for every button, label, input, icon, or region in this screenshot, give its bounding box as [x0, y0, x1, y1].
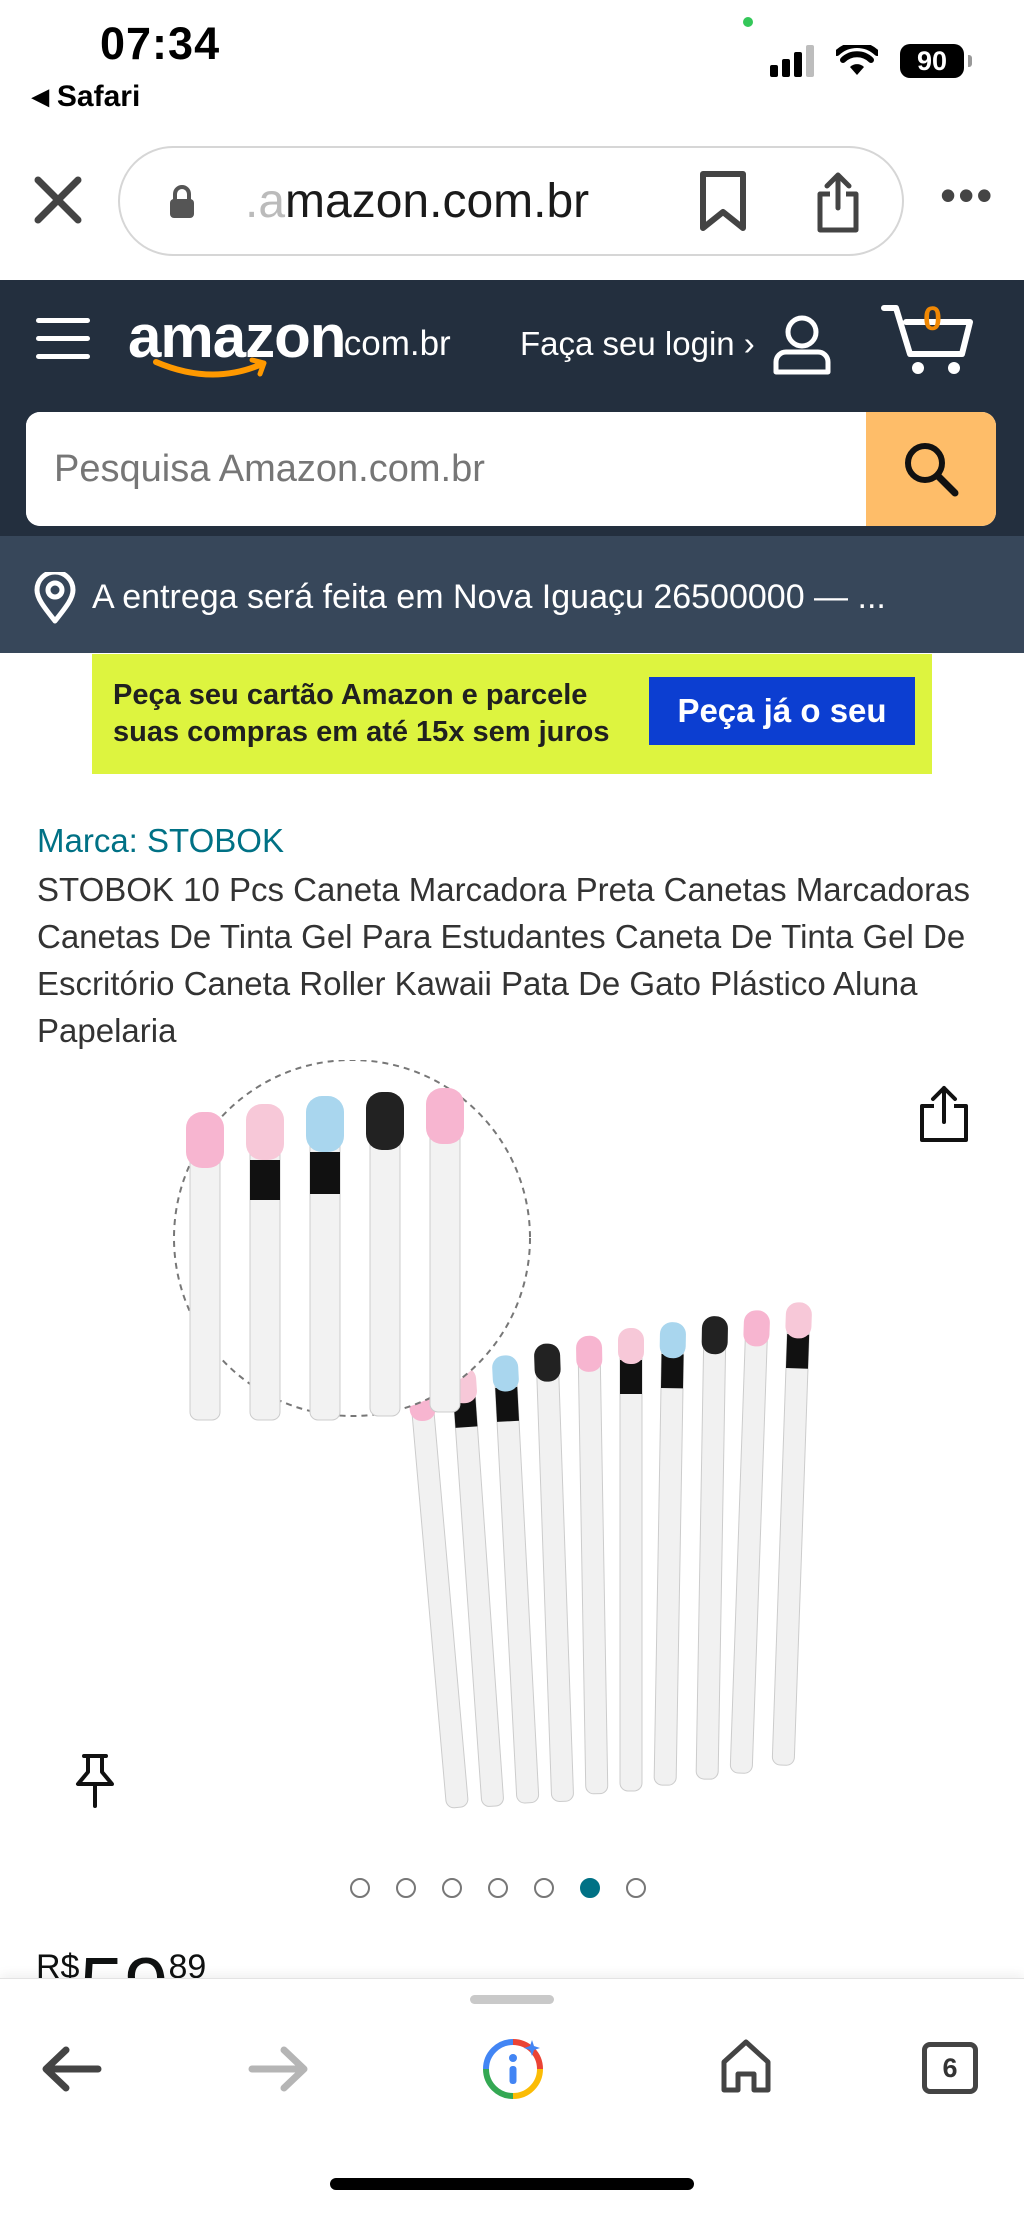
back-to-app[interactable]: ◀ Safari — [32, 80, 140, 114]
close-icon[interactable] — [30, 172, 86, 228]
search-input[interactable] — [26, 412, 868, 526]
carousel-dot[interactable] — [580, 1878, 600, 1898]
battery-icon: 90 — [900, 44, 972, 78]
search-icon — [905, 443, 959, 497]
image-carousel-dots[interactable] — [350, 1878, 646, 1898]
tabs-count-label: 6 — [942, 2052, 958, 2083]
carousel-dot[interactable] — [534, 1878, 554, 1898]
status-time: 07:34 — [100, 18, 221, 69]
cart-count: 0 — [923, 300, 942, 338]
tabs-icon[interactable]: 6 — [922, 2042, 978, 2094]
back-app-label: Safari — [56, 80, 141, 113]
carousel-dot[interactable] — [626, 1878, 646, 1898]
pin-icon[interactable] — [70, 1752, 120, 1810]
url-faded-part: .a — [245, 175, 286, 228]
product-title: STOBOK 10 Pcs Caneta Marcadora Preta Can… — [37, 871, 970, 1049]
carousel-dot[interactable] — [442, 1878, 462, 1898]
url-main-part: mazon.com.br — [285, 175, 590, 228]
home-icon[interactable] — [718, 2036, 774, 2096]
carousel-dot[interactable] — [396, 1878, 416, 1898]
share-icon[interactable] — [916, 1084, 972, 1144]
lock-icon — [170, 185, 194, 218]
back-triangle-icon: ◀ — [32, 84, 49, 109]
amazon-smile-icon — [153, 357, 267, 378]
zoom-circle — [173, 1060, 531, 1421]
brand-link[interactable]: Marca: STOBOK — [37, 822, 284, 860]
amazon-domain: .com.br — [334, 324, 451, 363]
login-link[interactable]: Faça seu login › — [520, 325, 755, 363]
delivery-location-text: A entrega será feita em Nova Iguaçu 2650… — [92, 578, 886, 616]
status-icons: 90 — [770, 44, 972, 78]
product-image[interactable] — [160, 1060, 880, 1840]
search-button[interactable] — [866, 412, 996, 526]
forward-arrow-icon[interactable] — [246, 2044, 310, 2094]
more-icon[interactable]: ••• — [940, 172, 994, 218]
privacy-indicator-dot — [743, 17, 753, 27]
search-bar — [26, 412, 996, 526]
back-arrow-icon[interactable] — [40, 2044, 104, 2094]
promo-cta-button[interactable]: Peça já o seu — [649, 677, 915, 745]
user-icon[interactable] — [770, 312, 834, 376]
promo-text: Peça seu cartão Amazon e parcele suas co… — [113, 677, 609, 751]
home-indicator[interactable] — [330, 2178, 694, 2190]
url-text: .amazon.com.br — [245, 174, 589, 229]
location-pin-icon — [34, 572, 76, 624]
cellular-signal-icon — [770, 45, 814, 77]
share-icon[interactable] — [812, 172, 864, 234]
sheet-grabber[interactable] — [470, 1995, 554, 2004]
google-lens-icon[interactable] — [480, 2036, 546, 2102]
wifi-icon — [836, 45, 878, 75]
pens-group — [408, 1302, 812, 1809]
hamburger-menu-icon[interactable] — [36, 318, 90, 372]
promo-line-1: Peça seu cartão Amazon e parcele — [113, 679, 588, 711]
promo-line-2: suas compras em até 15x sem juros — [113, 716, 610, 748]
bookmark-icon[interactable] — [697, 170, 749, 232]
carousel-dot[interactable] — [488, 1878, 508, 1898]
carousel-dot[interactable] — [350, 1878, 370, 1898]
